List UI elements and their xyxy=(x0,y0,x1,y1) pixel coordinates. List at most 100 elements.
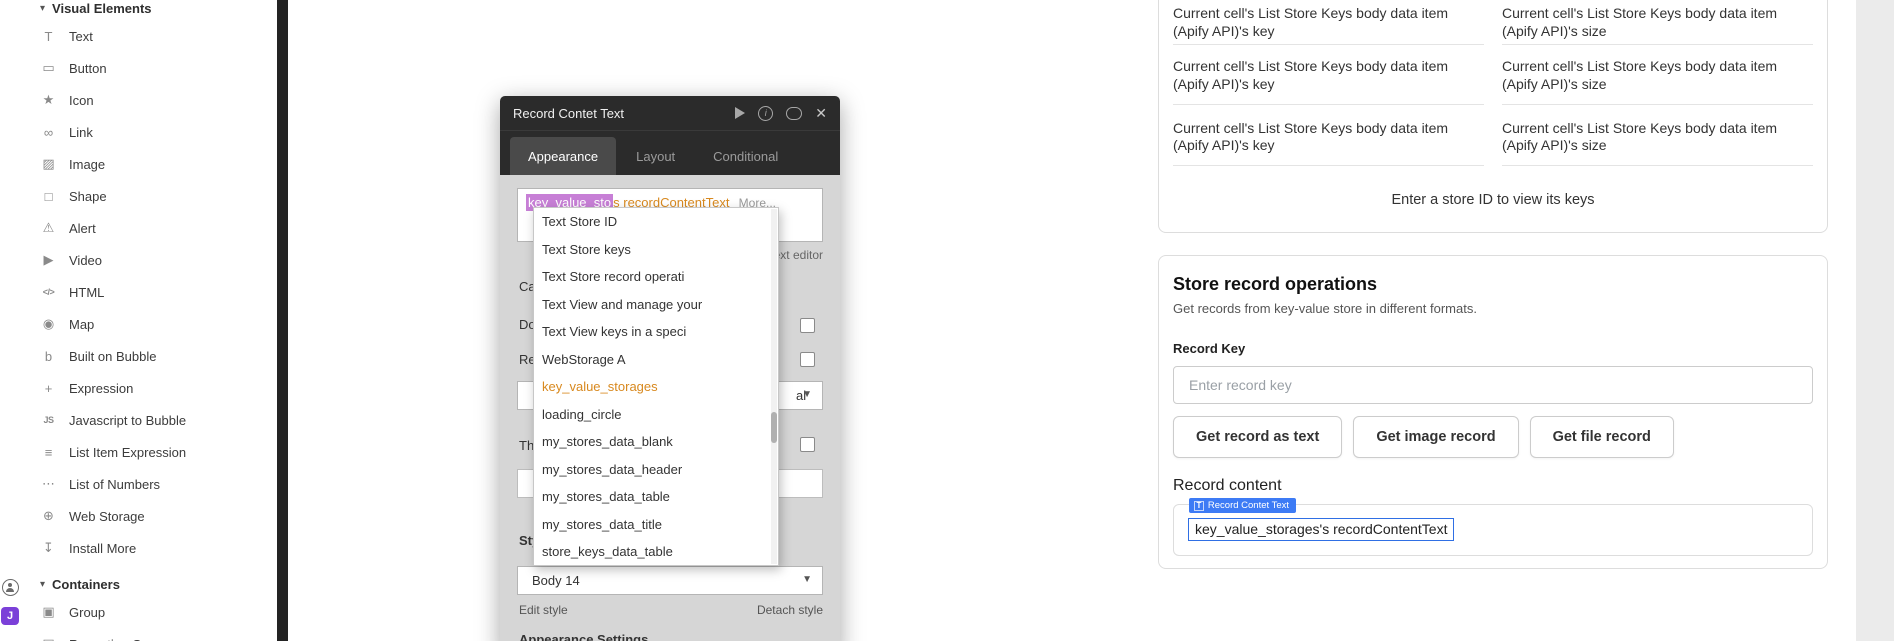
record-buttons: Get record as text Get image record Get fi… xyxy=(1173,416,1813,458)
sidebar-item-expression[interactable]: +Expression xyxy=(0,372,284,404)
selected-element-badge: T Record Contet Text xyxy=(1189,498,1296,513)
tab-appearance[interactable]: Appearance xyxy=(510,137,616,175)
autocomplete-item-my-stores-data-header[interactable]: my_stores_data_header xyxy=(534,456,778,484)
sidebar-item-video[interactable]: ▶Video xyxy=(0,244,284,276)
detach-style-link[interactable]: Detach style xyxy=(757,603,823,617)
keys-table-row[interactable]: Current cell's List Store Keys body data… xyxy=(1173,0,1813,45)
sidebar-item-image[interactable]: ▨ Image xyxy=(0,148,284,180)
video-icon: ▶ xyxy=(40,252,57,268)
record-content-label: Record content xyxy=(1173,476,1813,496)
sidebar-item-javascript-to-bubble[interactable]: JSJavascript to Bubble xyxy=(0,404,284,436)
sidebar-item-list-item-expression[interactable]: ≡List Item Expression xyxy=(0,436,284,468)
avatar-badge[interactable]: J xyxy=(1,607,19,625)
autocomplete-item-text-store-record-operati[interactable]: Text Store record operati xyxy=(534,263,778,291)
sidebar-item-label: Repeating Group xyxy=(69,637,168,641)
autocomplete-item-my-stores-data-table[interactable]: my_stores_data_table xyxy=(534,483,778,511)
property-editor-title: Record Contet Text xyxy=(513,106,735,121)
sidebar-item-label: Javascript to Bubble xyxy=(69,413,186,428)
sidebar-item-label: Group xyxy=(69,605,105,620)
get-image-record-button[interactable]: Get image record xyxy=(1353,416,1518,458)
palette-scrollbar[interactable] xyxy=(277,0,288,641)
keys-table-row[interactable]: Current cell's List Store Keys body data… xyxy=(1173,105,1813,166)
sidebar-item-label: List Item Expression xyxy=(69,445,186,460)
autocomplete-item-loading-circle[interactable]: loading_circle xyxy=(534,401,778,429)
key-cell: Current cell's List Store Keys body data… xyxy=(1173,0,1484,45)
autocomplete-item-text-store-id[interactable]: Text Store ID xyxy=(534,208,778,236)
autocomplete-item-my-stores-data-blank[interactable]: my_stores_data_blank xyxy=(534,428,778,456)
tab-conditional[interactable]: Conditional xyxy=(695,137,796,175)
sidebar-item-link[interactable]: ∞Link xyxy=(0,116,284,148)
store-operations-subtitle: Get records from key-value store in diff… xyxy=(1173,301,1813,317)
record-key-input[interactable] xyxy=(1173,366,1813,404)
sidebar-item-icon[interactable]: ★Icon xyxy=(0,84,284,116)
option-checkbox-2[interactable] xyxy=(800,352,815,367)
sidebar-item-button[interactable]: ▭Button xyxy=(0,52,284,84)
store-operations-group[interactable]: Store record operations Get records from… xyxy=(1158,255,1828,569)
size-cell: Current cell's List Store Keys body data… xyxy=(1502,0,1813,45)
sidebar-item-repeating-group[interactable]: ▤ Repeating Group xyxy=(0,628,284,641)
record-content-box[interactable]: T Record Contet Text key_value_storages'… xyxy=(1173,504,1813,556)
get-file-record-button[interactable]: Get file record xyxy=(1530,416,1674,458)
record-key-label: Record Key xyxy=(1173,341,1813,357)
caret-down-icon: ▾ xyxy=(40,579,45,590)
option-checkbox-3[interactable] xyxy=(800,437,815,452)
repeating-group-icon: ▤ xyxy=(40,636,57,641)
dropdown-scrollbar-track[interactable] xyxy=(771,209,777,564)
property-editor-body: key_value_stos recordContentText More...… xyxy=(500,175,840,641)
run-icon[interactable] xyxy=(735,107,745,119)
sidebar-item-alert[interactable]: ⚠Alert xyxy=(0,212,284,244)
key-cell: Current cell's List Store Keys body data… xyxy=(1173,45,1484,104)
sidebar-item-text[interactable]: TText xyxy=(0,20,284,52)
info-icon[interactable]: i xyxy=(758,106,773,121)
autocomplete-item-text-view-keys-in-a-speci[interactable]: Text View keys in a speci xyxy=(534,318,778,346)
sidebar-item-label: Shape xyxy=(69,189,107,204)
property-editor-header[interactable]: Record Contet Text i ✕ xyxy=(500,96,840,130)
autocomplete-item-text-store-keys[interactable]: Text Store keys xyxy=(534,236,778,264)
close-icon[interactable]: ✕ xyxy=(815,106,827,120)
sidebar-sections: ▾Visual ElementsTText▭Button★Icon∞Link ▨ I… xyxy=(0,0,284,641)
sidebar-item-group[interactable]: ▣ Group xyxy=(0,596,284,628)
tab-layout[interactable]: Layout xyxy=(618,137,693,175)
autocomplete-item-webstorage-a[interactable]: WebStorage A xyxy=(534,346,778,374)
globe-icon: ⊕ xyxy=(40,508,57,524)
chevron-down-icon: ▼ xyxy=(802,574,812,585)
sidebar-item-install-more[interactable]: ↧Install More xyxy=(0,532,284,564)
sidebar-item-label: HTML xyxy=(69,285,104,300)
sidebar-item-html[interactable]: </> HTML xyxy=(0,276,284,308)
autocomplete-item-store-keys-data-table[interactable]: store_keys_data_table xyxy=(534,538,778,566)
autocomplete-item-key-value-storages[interactable]: key_value_storages xyxy=(534,373,778,401)
element-palette: ▾Visual ElementsTText▭Button★Icon∞Link ▨ I… xyxy=(0,0,284,641)
plus-icon: + xyxy=(40,381,57,396)
comment-icon[interactable] xyxy=(786,107,802,120)
sidebar-section-containers[interactable]: ▾Containers xyxy=(0,572,284,596)
property-editor-tabs: AppearanceLayoutConditional xyxy=(500,130,840,175)
group-icon: ▣ xyxy=(40,604,57,620)
sidebar-item-shape[interactable]: □Shape xyxy=(0,180,284,212)
sidebar-item-label: Install More xyxy=(69,541,136,556)
selected-text-element[interactable]: key_value_storages's recordContentText xyxy=(1188,518,1454,541)
link-icon: ∞ xyxy=(40,125,57,140)
dropdown-scrollbar-thumb[interactable] xyxy=(771,412,777,443)
appearance-settings-header[interactable]: Appearance Settings xyxy=(519,632,648,641)
keys-repeating-group[interactable]: Current cell's List Store Keys body data… xyxy=(1158,0,1828,233)
sidebar-item-label: Web Storage xyxy=(69,509,145,524)
html-icon: </> xyxy=(40,287,57,297)
keys-table-row[interactable]: Current cell's List Store Keys body data… xyxy=(1173,45,1813,104)
size-cell: Current cell's List Store Keys body data… xyxy=(1502,105,1813,166)
sidebar-item-built-on-bubble[interactable]: bBuilt on Bubble xyxy=(0,340,284,372)
sidebar-item-list-of-numbers[interactable]: ⋯List of Numbers xyxy=(0,468,284,500)
autocomplete-item-text-view-and-manage-your[interactable]: Text View and manage your xyxy=(534,291,778,319)
style-select[interactable]: Body 14 ▼ xyxy=(517,566,823,595)
edit-style-link[interactable]: Edit style xyxy=(519,603,568,617)
sidebar-item-web-storage[interactable]: ⊕ Web Storage xyxy=(0,500,284,532)
account-icon[interactable] xyxy=(2,579,19,596)
autocomplete-item-my-stores-data-title[interactable]: my_stores_data_title xyxy=(534,511,778,539)
sidebar-item-label: Image xyxy=(69,157,105,172)
chevron-down-icon: ▼ xyxy=(802,389,812,400)
sidebar-section-visual-elements[interactable]: ▾Visual Elements xyxy=(0,0,284,20)
get-record-as-text-button[interactable]: Get record as text xyxy=(1173,416,1342,458)
option-checkbox-1[interactable] xyxy=(800,318,815,333)
bubble-icon: b xyxy=(40,349,57,364)
sidebar-item-map[interactable]: ◉Map xyxy=(0,308,284,340)
image-icon: ▨ xyxy=(40,156,57,172)
